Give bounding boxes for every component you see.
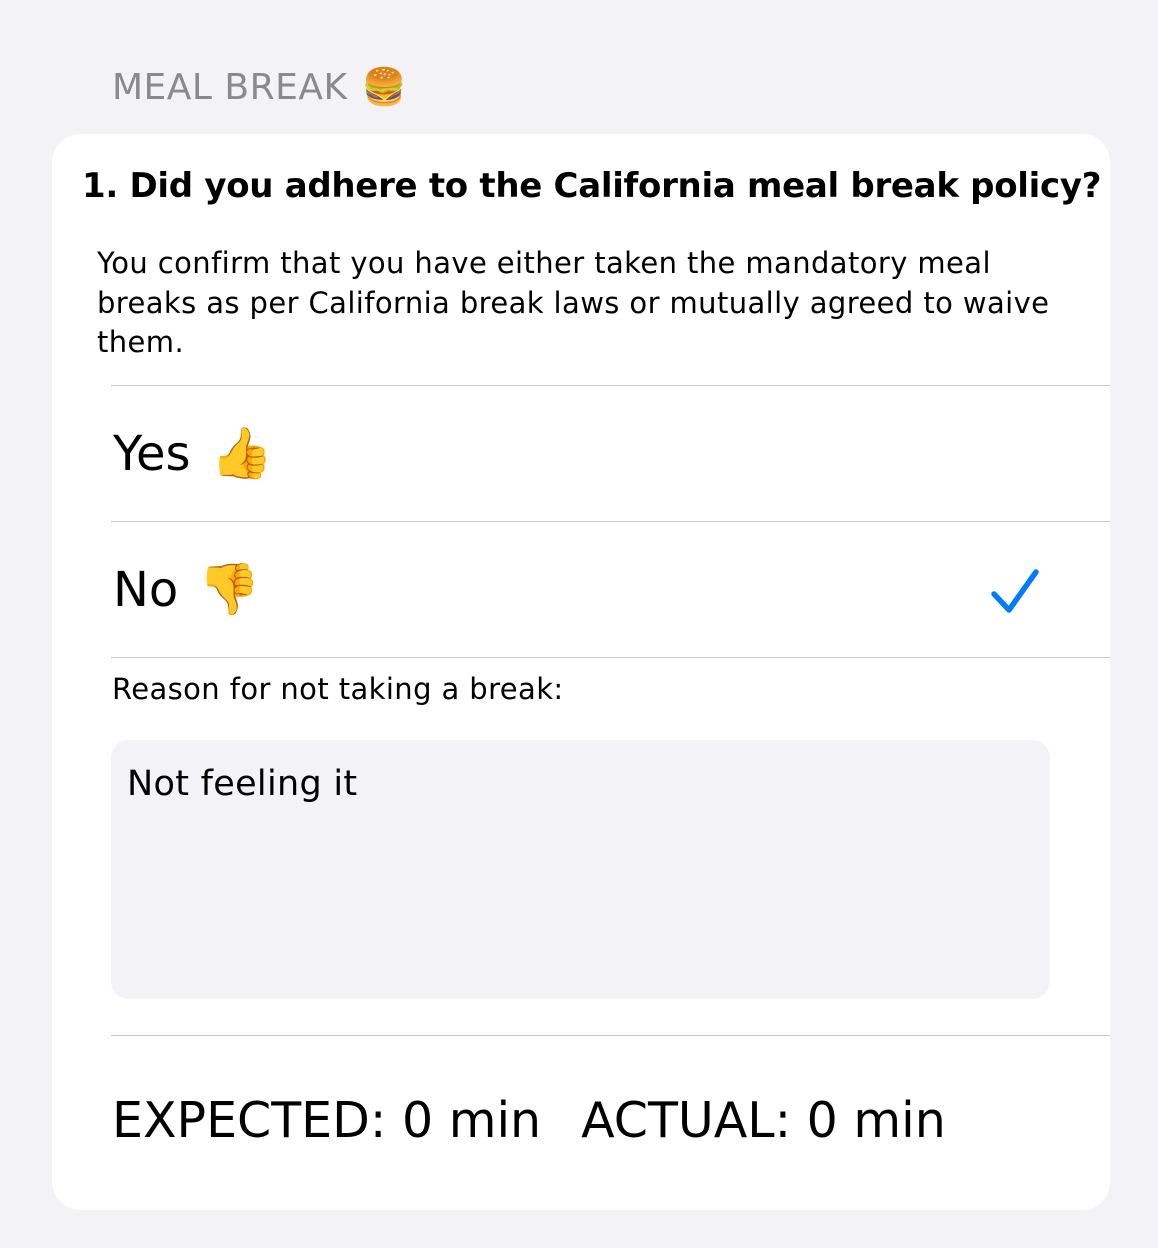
burger-icon: 🍔 — [361, 67, 407, 108]
option-no[interactable]: No 👎 — [111, 522, 1110, 657]
thumbs-down-icon: 👎 — [198, 560, 261, 618]
divider — [111, 657, 1110, 658]
section-header: MEAL BREAK 🍔 — [112, 66, 407, 109]
checkmark-icon — [991, 569, 1039, 613]
actual-duration: ACTUAL: 0 min — [581, 1092, 946, 1149]
reason-label: Reason for not taking a break: — [112, 672, 564, 706]
question-card: 1. Did you adhere to the California meal… — [52, 134, 1110, 1210]
option-yes[interactable]: Yes 👍 — [111, 386, 1110, 521]
thumbs-up-icon: 👍 — [210, 424, 273, 482]
expected-duration: EXPECTED: 0 min — [112, 1092, 542, 1149]
question-title: 1. Did you adhere to the California meal… — [82, 166, 1102, 206]
divider — [111, 1035, 1110, 1036]
option-yes-label: Yes — [113, 425, 191, 482]
question-description: You confirm that you have either taken t… — [97, 246, 1050, 359]
reason-input[interactable]: Not feeling it — [111, 740, 1050, 999]
option-no-label: No — [113, 561, 179, 618]
section-title: MEAL BREAK — [112, 66, 348, 108]
duration-summary: EXPECTED: 0 min ACTUAL: 0 min — [112, 1092, 946, 1149]
